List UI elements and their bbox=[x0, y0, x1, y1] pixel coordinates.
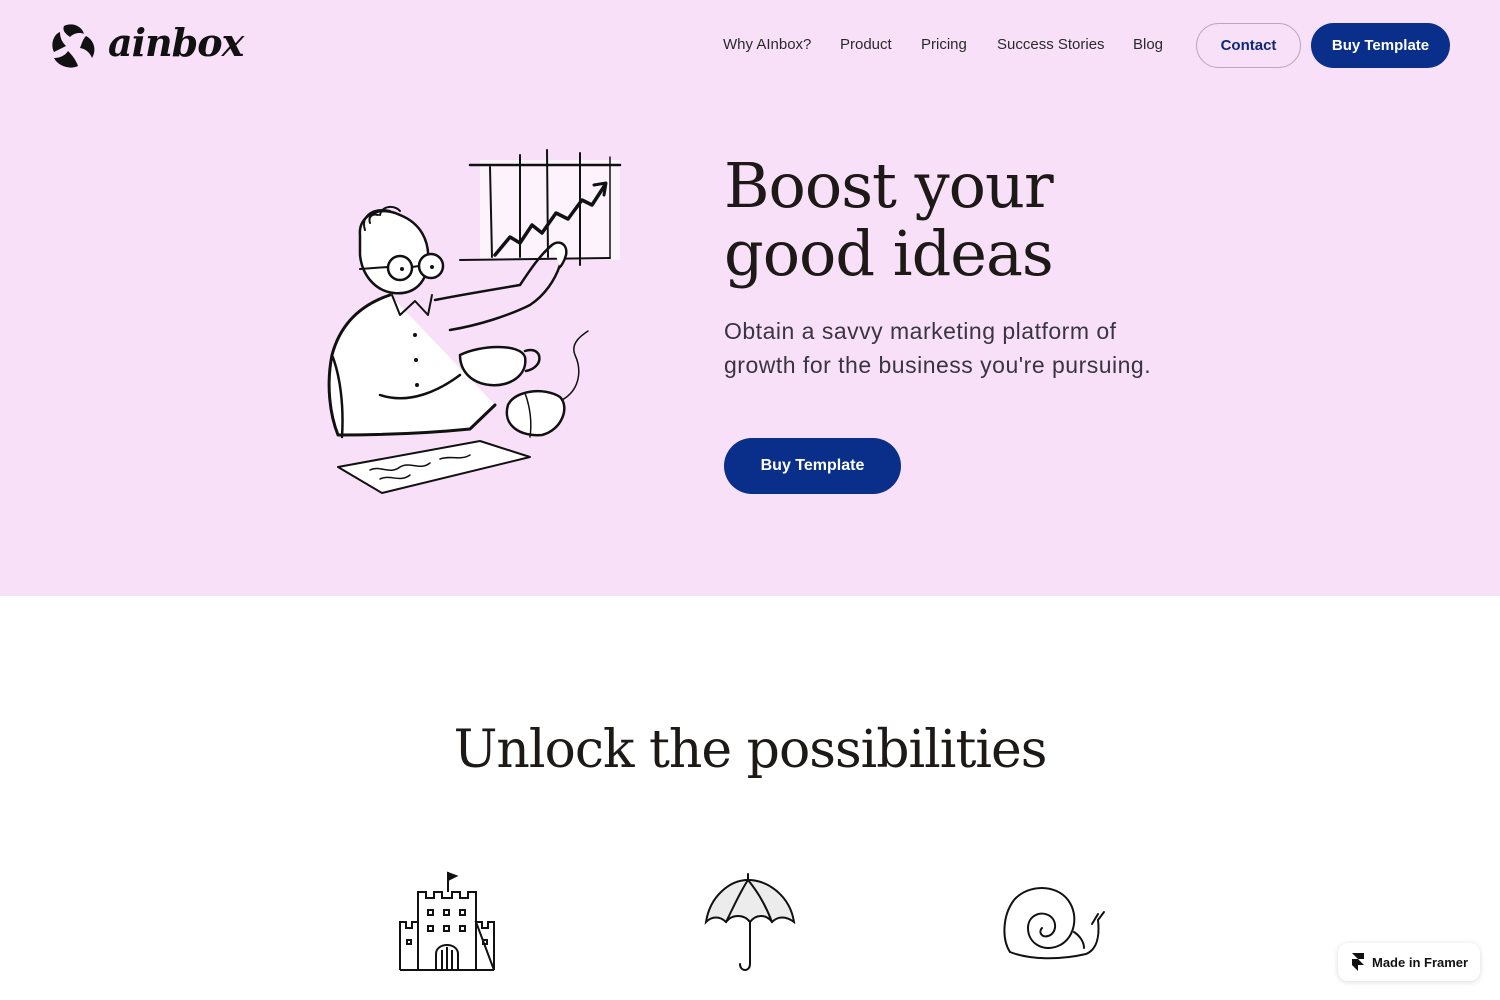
man-with-chart-illustration bbox=[327, 149, 622, 494]
framer-logo-icon bbox=[1352, 953, 1364, 971]
buy-template-header-button[interactable]: Buy Template bbox=[1311, 23, 1450, 68]
contact-button[interactable]: Contact bbox=[1196, 23, 1301, 68]
buy-template-hero-button[interactable]: Buy Template bbox=[724, 438, 901, 494]
nav-success-stories[interactable]: Success Stories bbox=[997, 36, 1105, 53]
nav-pricing[interactable]: Pricing bbox=[921, 36, 967, 53]
ainbox-logo-icon bbox=[52, 24, 95, 68]
snail-icon bbox=[1003, 887, 1105, 960]
castle-icon bbox=[399, 871, 495, 971]
nav-why-ainbox[interactable]: Why AInbox? bbox=[723, 36, 811, 53]
nav-blog[interactable]: Blog bbox=[1133, 36, 1163, 53]
hero-title-line2: good ideas bbox=[724, 217, 1054, 290]
made-in-framer-label: Made in Framer bbox=[1372, 954, 1469, 970]
logo-text: ainbox bbox=[108, 20, 244, 65]
hero-title: Boost your good ideas bbox=[724, 152, 1244, 288]
nav-product[interactable]: Product bbox=[840, 36, 892, 53]
logo[interactable]: ainbox bbox=[50, 20, 244, 70]
made-in-framer-badge[interactable]: Made in Framer bbox=[1338, 943, 1480, 981]
umbrella-icon bbox=[704, 873, 796, 971]
hero-subtitle: Obtain a savvy marketing platform of gro… bbox=[724, 318, 1152, 378]
hero-title-line1: Boost your bbox=[724, 149, 1054, 222]
section-title: Unlock the possibilities bbox=[453, 720, 1048, 780]
hero-section bbox=[0, 0, 1500, 596]
